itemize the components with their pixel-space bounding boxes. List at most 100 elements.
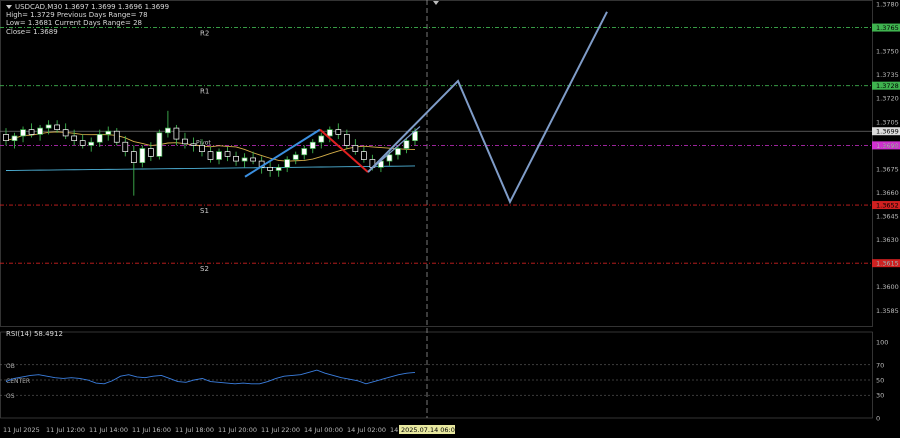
candle-body [241,157,248,162]
rsi-tick: 70 [876,361,884,369]
rsi-tick: 100 [876,339,888,347]
candle-body [352,145,359,152]
time-tick: 11 Jul 12:00 [46,426,85,434]
candle-body [54,124,60,131]
candle-body [37,127,43,135]
ma-slow-line [5,165,416,171]
price-tick: 1.3585 [876,307,899,315]
candle-body [148,148,154,157]
rsi-tick: 50 [876,377,884,385]
candle-body [326,129,333,137]
candle-body [11,135,18,142]
level-price-text: 1.3728 [876,82,899,90]
time-tick: 11 Jul 18:00 [175,426,214,434]
candle-body [182,138,188,145]
candle-body [395,148,401,156]
candle-body [207,151,214,160]
candle-body [250,157,256,162]
low-range-line: Low= 1.3681 Current Days Range= 28 [6,19,142,28]
candle-body [71,135,78,142]
price-tick: 1.3675 [876,165,899,173]
candle-body [165,127,171,134]
candle-body [199,145,205,152]
candle-body [88,141,95,146]
candle-body [361,151,367,160]
price-axis: 1.3780 1.3750 1.3735 1.3720 1.3705 1.3690 1.36… [876,1,899,315]
candle-body [79,140,86,146]
price-tick: 1.3750 [876,48,899,56]
price-tick: 1.3660 [876,189,899,197]
level-label-r1: R1 [200,88,209,96]
rsi-panel: OB CENTER OS 100 70 50 30 0 [0,339,888,423]
rsi-line [5,369,416,385]
candle-body [403,140,410,149]
candle-body [292,154,299,160]
candle-body [309,141,316,149]
level-price-text: 1.3765 [876,24,899,32]
price-tick: 1.3735 [876,71,899,79]
candle-body [45,124,52,129]
symbol-line: USDCAD,M30 1.3697 1.3699 1.3696 1.3699 [6,3,169,11]
time-tick: 14 Jul 00:00 [304,426,343,434]
level-label-r2: R2 [200,30,209,38]
candle-body [173,127,180,140]
high-range-line: High= 1.3729 Previous Days Range= 78 [6,11,148,20]
cursor-time-text: 2025.07.14 06:00 [401,426,459,434]
price-tick: 1.3690 [876,142,899,150]
level-label-s2: S2 [200,265,209,273]
time-tick: 11 Jul 22:00 [261,426,300,434]
candle-body [318,135,325,143]
rsi-tick: 0 [876,415,880,423]
wave-leg-up [244,128,321,178]
candle-body [275,167,282,171]
price-tick: 1.3720 [876,95,899,103]
candle-body [190,143,197,146]
time-tick: 11 Jul 16:00 [132,426,171,434]
candle-body [335,129,342,135]
rsi-level-label: OB [6,363,15,370]
close-line: Close= 1.3689 [6,27,58,36]
rsi-tick: 30 [876,392,884,400]
candlesticks [3,110,418,196]
rsi-level-label: OS [6,393,15,400]
level-label-s1: S1 [200,207,209,215]
pivot-levels: R21.3765R11.37281.3690S11.3652S21.3615Pi… [0,23,900,273]
price-tick: 1.3615 [876,260,899,268]
candle-body [343,134,350,146]
time-tick: 14 Jul 02:00 [347,426,386,434]
main-frame [0,0,873,327]
candle-body [105,130,112,135]
time-axis: 11 Jul 2025 11 Jul 12:00 11 Jul 14:00 11 Ju… [3,425,459,434]
candle-body [216,151,222,160]
current-price-text: 1.3699 [876,128,899,136]
candle-body [62,129,69,137]
candle-body [3,134,9,142]
rsi-label: RSI(14) 58.4912 [6,330,63,338]
candle-body [139,148,146,163]
time-tick: 11 Jul 14:00 [89,426,128,434]
candle-body [122,141,129,152]
candle-body [156,132,163,157]
chart-grid [0,0,873,419]
candle-body [113,130,120,143]
chart-info: USDCAD,M30 1.3697 1.3699 1.3696 1.3699 H… [6,3,169,36]
price-tick: 1.3645 [876,213,899,221]
trading-chart[interactable]: R21.3765R11.37281.3690S11.3652S21.3615Pi… [0,0,900,438]
candle-body [28,129,35,135]
candle-body [96,134,103,143]
dropdown-icon[interactable] [6,5,12,9]
candle-body [267,167,273,171]
level-price-text: 1.3652 [876,202,899,210]
candle-body [224,151,231,157]
price-tick: 1.3600 [876,283,899,291]
time-tick: 11 Jul 20:00 [218,426,257,434]
candle-body [233,156,239,162]
rsi-level-label: CENTER [6,378,30,385]
time-tick: 11 Jul 2025 [3,426,40,434]
candle-body [284,159,291,168]
candle-body [386,154,393,162]
projection-line [367,11,608,205]
scroll-down-icon[interactable] [431,0,441,8]
price-tick: 1.3705 [876,118,899,126]
projection-path [367,11,608,205]
